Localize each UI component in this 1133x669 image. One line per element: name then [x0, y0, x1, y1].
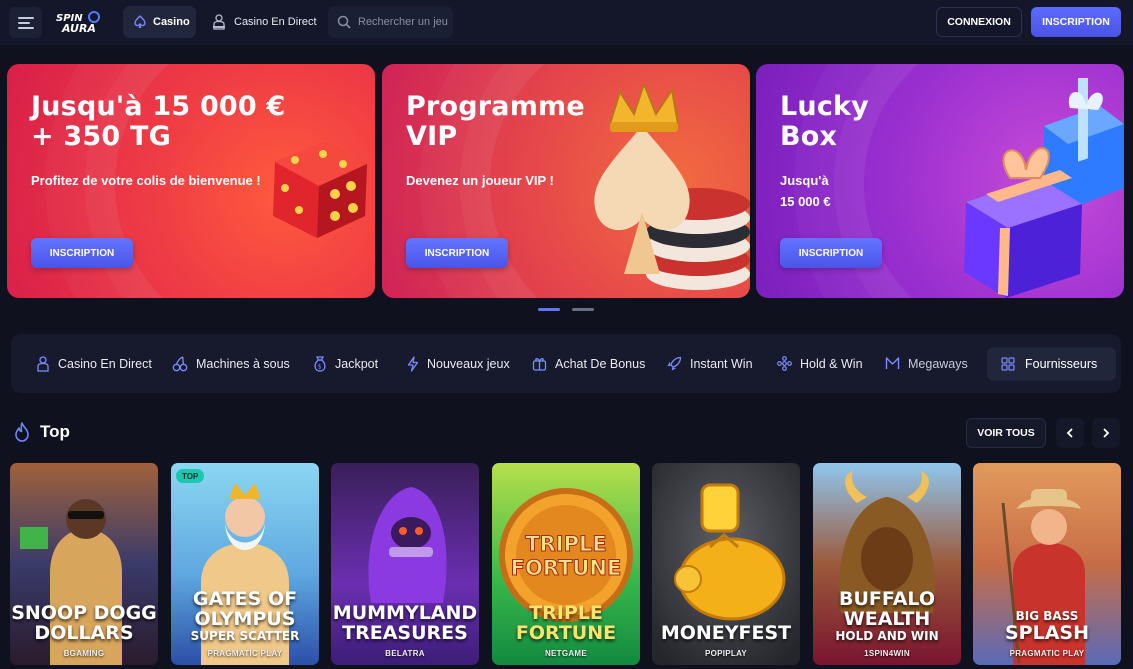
- dealer-icon: [213, 14, 225, 30]
- banner-subtitle: Jusqu'à 15 000 €: [780, 173, 831, 209]
- svg-text:TRIPLE: TRIPLE: [525, 532, 606, 556]
- game-title: SNOOP DOGG DOLLARS: [11, 602, 157, 644]
- promo-banner-lucky-box[interactable]: Lucky Box Jusqu'à 15 000 € INSCRIPTION: [756, 64, 1124, 298]
- banner-register-button[interactable]: INSCRIPTION: [780, 238, 882, 268]
- lightning-icon: [407, 355, 419, 372]
- category-label: Megaways: [908, 356, 968, 371]
- banner-subtitle: Devenez un joueur VIP !: [406, 173, 554, 188]
- red-dice-icon: [273, 142, 367, 238]
- category-label: Jackpot: [335, 356, 379, 371]
- search-box[interactable]: [328, 6, 453, 38]
- game-title: BUFFALO WEALTH HOLD AND WIN: [835, 588, 939, 643]
- search-icon: [337, 15, 351, 29]
- grid-dots-icon: [777, 356, 792, 371]
- game-provider: PRAGMATIC PLAY: [1009, 649, 1085, 658]
- category-label: Instant Win: [690, 356, 753, 371]
- spin-aura-logo[interactable]: SPIN AURA: [54, 10, 106, 34]
- category-hold-win[interactable]: Hold & Win: [777, 334, 863, 393]
- grid-icon: [1001, 357, 1015, 371]
- category-jackpot[interactable]: $ Jackpot: [313, 334, 378, 393]
- hamburger-icon: [17, 16, 34, 29]
- carousel-dot[interactable]: [538, 308, 560, 311]
- next-button[interactable]: [1092, 418, 1120, 448]
- register-button[interactable]: INSCRIPTION: [1031, 7, 1121, 37]
- category-label: Casino En Direct: [58, 356, 152, 371]
- svg-text:$: $: [318, 363, 322, 370]
- nav-live-casino-label: Casino En Direct: [234, 16, 317, 28]
- category-bar: Casino En Direct Machines à sous $ Jackp…: [11, 334, 1121, 393]
- gift-icon: [532, 358, 547, 371]
- game-provider: BELATRA: [385, 649, 425, 658]
- banner-register-button[interactable]: INSCRIPTION: [31, 238, 133, 268]
- rocket-icon: [667, 356, 682, 371]
- game-provider: 1SPIN4WIN: [864, 649, 910, 658]
- carousel-dot[interactable]: [572, 308, 594, 311]
- game-provider: PRAGMATIC PLAY: [207, 649, 283, 658]
- section-title: Top: [13, 422, 70, 442]
- dealer-icon: [37, 355, 49, 372]
- section-title-text: Top: [40, 422, 70, 441]
- top-badge: TOP: [176, 469, 205, 483]
- banner-subtitle: Profitez de votre colis de bienvenue !: [31, 173, 261, 188]
- game-card[interactable]: BIG BASS SPLASH PRAGMATIC PLAY: [973, 463, 1121, 665]
- game-card[interactable]: TRIPLE FORTUNE TRIPLE FORTUNE NETGAME: [492, 463, 640, 665]
- svg-text:AURA: AURA: [61, 22, 96, 34]
- megaways-icon: [885, 357, 900, 369]
- category-label: Nouveaux jeux: [427, 356, 510, 371]
- promo-banner-welcome[interactable]: Jusqu'à 15 000 € + 350 TG Profitez de vo…: [7, 64, 375, 298]
- game-provider: BGAMING: [63, 649, 105, 658]
- category-new-games[interactable]: Nouveaux jeux: [407, 334, 510, 393]
- game-provider: NETGAME: [544, 649, 588, 658]
- svg-text:FORTUNE: FORTUNE: [511, 556, 622, 580]
- carousel-pagination: [538, 308, 594, 311]
- game-card[interactable]: BUFFALO WEALTH HOLD AND WIN 1SPIN4WIN: [813, 463, 961, 665]
- login-button[interactable]: CONNEXION: [936, 7, 1022, 37]
- menu-toggle-button[interactable]: [9, 7, 42, 38]
- game-card[interactable]: SNOOP DOGG DOLLARS BGAMING: [10, 463, 158, 665]
- gift-boxes-icon: [964, 78, 1124, 298]
- nav-live-casino-tab[interactable]: Casino En Direct: [212, 6, 317, 38]
- nav-casino-tab[interactable]: Casino: [123, 6, 196, 38]
- game-title: TRIPLE FORTUNE: [515, 602, 617, 644]
- game-card[interactable]: TOP GATES OF OLYMPUS SUPER SCATTER PRAGMA…: [171, 463, 319, 665]
- category-label: Hold & Win: [800, 356, 863, 371]
- game-card[interactable]: MUMMYLAND TREASURES BELATRA: [331, 463, 479, 665]
- prev-button[interactable]: [1056, 418, 1084, 448]
- chevron-left-icon: [1066, 428, 1073, 438]
- spade-icon: [134, 15, 146, 28]
- game-title: BIG BASS SPLASH: [1004, 609, 1089, 644]
- banner-register-button[interactable]: INSCRIPTION: [406, 238, 508, 268]
- game-title: MONEYFEST: [660, 622, 792, 644]
- category-label: Fournisseurs: [1025, 357, 1098, 371]
- game-title: MUMMYLAND TREASURES: [332, 602, 478, 644]
- money-bag-icon: $: [314, 355, 326, 372]
- game-card[interactable]: MONEYFEST POPIPLAY: [652, 463, 800, 665]
- search-input[interactable]: [358, 16, 450, 28]
- game-title: GATES OF OLYMPUS SUPER SCATTER: [190, 588, 300, 643]
- spade-crown-chips-icon: [594, 84, 750, 290]
- category-live-casino[interactable]: Casino En Direct: [36, 334, 152, 393]
- cherries-icon: [172, 355, 188, 371]
- category-slots[interactable]: Machines à sous: [172, 334, 290, 393]
- nav-casino-label: Casino: [153, 16, 190, 28]
- top-header: SPIN AURA Casino Casino En Direct CONNEX…: [0, 0, 1133, 45]
- chevron-right-icon: [1103, 428, 1110, 438]
- see-all-button[interactable]: VOIR TOUS: [966, 418, 1046, 448]
- category-bonus-buy[interactable]: Achat De Bonus: [532, 334, 645, 393]
- category-instant-win[interactable]: Instant Win: [667, 334, 753, 393]
- category-label: Achat De Bonus: [555, 356, 646, 371]
- game-provider: POPIPLAY: [704, 649, 748, 658]
- promo-banner-vip[interactable]: Programme VIP Devenez un joueur VIP ! IN…: [382, 64, 750, 298]
- fire-icon: [15, 422, 29, 442]
- category-providers[interactable]: Fournisseurs: [987, 347, 1116, 381]
- category-label: Machines à sous: [196, 356, 290, 371]
- category-megaways[interactable]: Megaways: [885, 334, 968, 393]
